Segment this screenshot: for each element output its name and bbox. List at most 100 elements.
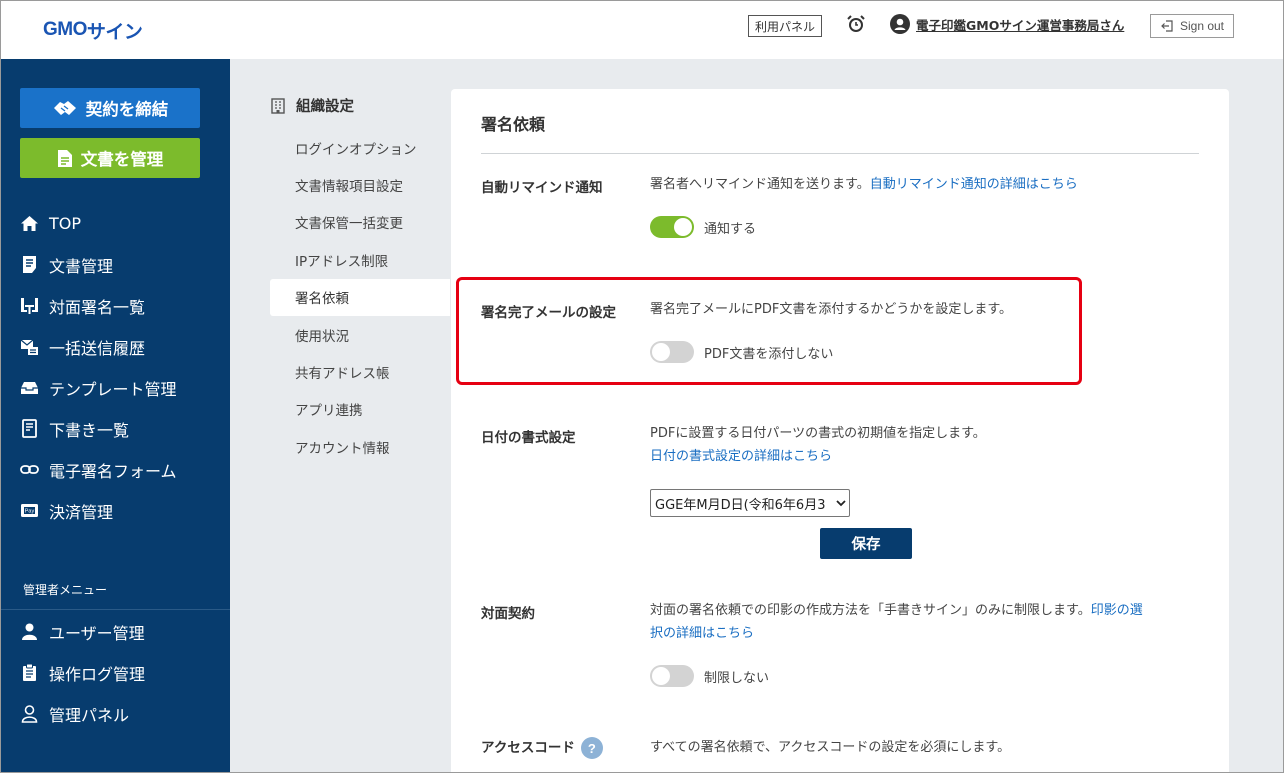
admin-panel-icon [21, 705, 38, 723]
app-window: GMO サイン 利用パネル 電子印鑑GMOサイン運営事務局さん Sign out [0, 0, 1284, 773]
nav-item-payments[interactable]: Pay 決済管理 [1, 490, 230, 531]
user-icon [22, 623, 37, 640]
meeting-icon [21, 298, 38, 314]
access-code-label-group: アクセスコード? [481, 736, 603, 759]
nav-item-label: ユーザー管理 [49, 623, 145, 643]
link-icon [20, 465, 39, 474]
bulk-send-icon [20, 339, 38, 355]
sidebar: 契約を締結 文書を管理 TOP 文書管理 対面署名一覧 一括送信履歴 テンプレー… [1, 59, 230, 772]
nav-item-label: TOP [49, 214, 82, 233]
nav-item-label: 管理パネル [49, 705, 130, 725]
nav-item-e-sign-form[interactable]: 電子署名フォーム [1, 449, 230, 490]
toggle-knob [674, 218, 692, 236]
save-button[interactable]: 保存 [820, 528, 912, 559]
access-code-label: アクセスコード [481, 740, 575, 756]
nav-item-face-to-face[interactable]: 対面署名一覧 [1, 285, 230, 326]
submenu-item-usage[interactable]: 使用状況 [270, 316, 450, 353]
alarm-clock-icon[interactable] [846, 14, 866, 34]
sign-out-button[interactable]: Sign out [1150, 14, 1234, 38]
settings-submenu: ログインオプション 文書情報項目設定 文書保管一括変更 IPアドレス制限 署名依… [270, 129, 450, 466]
gmo-sign-logo[interactable]: GMO サイン [43, 17, 143, 43]
submenu-item-account-info[interactable]: アカウント情報 [270, 428, 450, 465]
restrict-toggle-label: 制限しない [704, 670, 770, 686]
restrict-handwritten-toggle[interactable] [650, 665, 694, 687]
nav-item-label: テンプレート管理 [49, 379, 177, 399]
nav-item-operation-log[interactable]: 操作ログ管理 [1, 652, 230, 693]
handshake-icon [53, 101, 76, 115]
usage-panel-button[interactable]: 利用パネル [748, 15, 822, 37]
admin-nav: ユーザー管理 操作ログ管理 管理パネル [1, 611, 230, 734]
nav-item-label: 下書き一覧 [49, 420, 130, 440]
submenu-item-ip-restriction[interactable]: IPアドレス制限 [270, 241, 450, 278]
submenu-item-signature-request[interactable]: 署名依頼 [270, 278, 450, 316]
contract-button-label: 契約を締結 [85, 100, 169, 119]
nav-item-label: 一括送信履歴 [49, 338, 146, 358]
org-settings-label: 組織設定 [296, 99, 354, 115]
panel-divider [481, 153, 1199, 154]
admin-menu-title: 管理者メニュー [23, 583, 108, 597]
help-icon[interactable]: ? [580, 737, 603, 759]
logo-gmo-text: GMO [43, 19, 87, 40]
logo-sign-text: サイン [86, 20, 143, 43]
face-to-face-toggle-group: 制限しない [650, 665, 769, 687]
svg-text:Pay: Pay [25, 509, 35, 515]
date-format-select-value: GGE年M月D日(令和6年6月3 [655, 497, 826, 513]
nav-item-label: 対面署名一覧 [49, 297, 146, 317]
submenu-item-document-fields[interactable]: 文書情報項目設定 [270, 166, 450, 203]
face-to-face-description: 対面の署名依頼での印影の作成方法を「手書きサイン」のみに制限します。印影の選 択の… [650, 599, 1195, 645]
sign-out-label: Sign out [1179, 19, 1225, 33]
auto-remind-label: 自動リマインド通知 [481, 180, 603, 196]
user-menu[interactable]: 電子印鑑GMOサイン運営事務局さん [890, 14, 1124, 34]
face-to-face-details-link-1[interactable]: 印影の選 [1091, 603, 1143, 618]
org-settings-title: 組織設定 [270, 95, 354, 116]
panel-title: 署名依頼 [481, 115, 546, 134]
auto-remind-description: 署名者へリマインド通知を送ります。自動リマインド通知の詳細はこちら [650, 173, 1078, 196]
nav-item-admin-panel[interactable]: 管理パネル [1, 693, 230, 734]
main-nav: TOP 文書管理 対面署名一覧 一括送信履歴 テンプレート管理 下書き一覧 電子… [1, 203, 230, 531]
top-header: GMO サイン 利用パネル 電子印鑑GMOサイン運営事務局さん Sign out [1, 1, 1283, 59]
toggle-knob [652, 667, 670, 685]
nav-item-label: 決済管理 [49, 502, 114, 522]
auto-remind-desc-text: 署名者へリマインド通知を送ります。 [650, 177, 870, 192]
submenu-item-bulk-storage[interactable]: 文書保管一括変更 [270, 204, 450, 241]
pay-icon: Pay [21, 504, 38, 517]
nav-item-label: 電子署名フォーム [49, 461, 177, 481]
access-code-description: すべての署名依頼で、アクセスコードの設定を必須にします。 [650, 740, 1011, 755]
date-format-description: PDFに設置する日付パーツの書式の初期値を指定します。 日付の書式設定の詳細はこ… [650, 422, 986, 468]
nav-item-documents[interactable]: 文書管理 [1, 244, 230, 285]
nav-item-label: 操作ログ管理 [49, 664, 146, 684]
contract-button[interactable]: 契約を締結 [20, 88, 200, 128]
document-icon [23, 256, 36, 273]
date-format-desc-text: PDFに設置する日付パーツの書式の初期値を指定します。 [650, 426, 986, 441]
user-name[interactable]: 電子印鑑GMOサイン運営事務局さん [916, 15, 1124, 34]
face-to-face-label: 対面契約 [481, 606, 535, 622]
log-icon [23, 663, 36, 681]
manage-documents-label: 文書を管理 [80, 150, 164, 169]
auto-remind-details-link[interactable]: 自動リマインド通知の詳細はこちら [870, 177, 1078, 192]
submenu-item-shared-addressbook[interactable]: 共有アドレス帳 [270, 353, 450, 390]
auto-remind-toggle[interactable] [650, 216, 694, 238]
nav-item-user-management[interactable]: ユーザー管理 [1, 611, 230, 652]
manage-documents-button[interactable]: 文書を管理 [20, 138, 200, 178]
nav-item-drafts[interactable]: 下書き一覧 [1, 408, 230, 449]
face-to-face-details-link-2[interactable]: 択の詳細はこちら [650, 626, 754, 641]
template-icon [21, 382, 38, 394]
draft-icon [22, 419, 37, 438]
date-format-details-link[interactable]: 日付の書式設定の詳細はこちら [650, 445, 986, 468]
nav-item-bulk-send[interactable]: 一括送信履歴 [1, 326, 230, 367]
nav-item-label: 文書管理 [49, 256, 114, 276]
nav-item-templates[interactable]: テンプレート管理 [1, 367, 230, 408]
submenu-item-login-options[interactable]: ログインオプション [270, 129, 450, 166]
highlight-box [456, 277, 1082, 385]
auto-remind-toggle-label: 通知する [704, 221, 757, 237]
sign-out-icon [1161, 20, 1173, 32]
document-icon [57, 149, 72, 167]
date-format-select[interactable]: GGE年M月D日(令和6年6月3 [650, 489, 850, 517]
admin-divider [1, 609, 230, 610]
nav-item-top[interactable]: TOP [1, 203, 230, 244]
date-format-label: 日付の書式設定 [481, 430, 576, 446]
building-icon [271, 97, 285, 114]
auto-remind-toggle-group: 通知する [650, 216, 756, 238]
submenu-item-app-integration[interactable]: アプリ連携 [270, 391, 450, 428]
signature-request-panel: 署名依頼 自動リマインド通知 署名者へリマインド通知を送ります。自動リマインド通… [451, 89, 1229, 772]
